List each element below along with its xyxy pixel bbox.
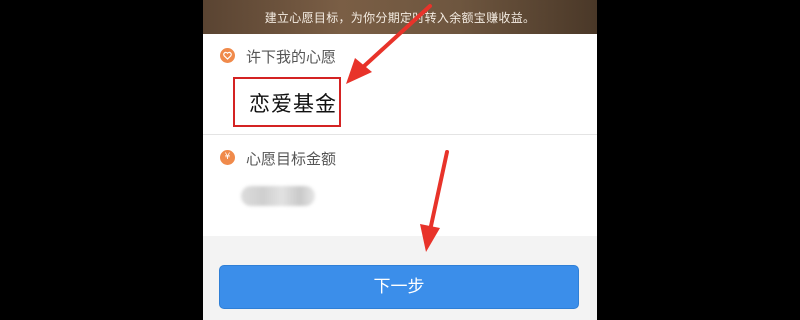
yen-icon: ¥ (220, 150, 235, 165)
wish-input-value: 恋爱基金 (249, 92, 337, 116)
left-black-margin (0, 0, 203, 320)
field-divider (203, 134, 597, 135)
form-card: 许下我的心愿 恋爱基金 ¥ 心愿目标金额 (203, 34, 597, 236)
right-black-margin (597, 0, 800, 320)
next-step-button[interactable]: 下一步 (219, 265, 579, 309)
wish-field-label: 许下我的心愿 (246, 48, 337, 66)
amount-input[interactable] (241, 186, 315, 206)
heart-icon (220, 48, 235, 63)
phone-screen: 建立心愿目标，为你分期定时转入余额宝赚收益。 许下我的心愿 恋爱基金 ¥ 心愿目… (203, 0, 597, 320)
banner-text: 建立心愿目标，为你分期定时转入余额宝赚收益。 (264, 11, 536, 25)
amount-field-label: 心愿目标金额 (246, 150, 337, 168)
header-banner: 建立心愿目标，为你分期定时转入余额宝赚收益。 (203, 0, 597, 34)
wish-input[interactable]: 恋爱基金 (233, 77, 341, 127)
